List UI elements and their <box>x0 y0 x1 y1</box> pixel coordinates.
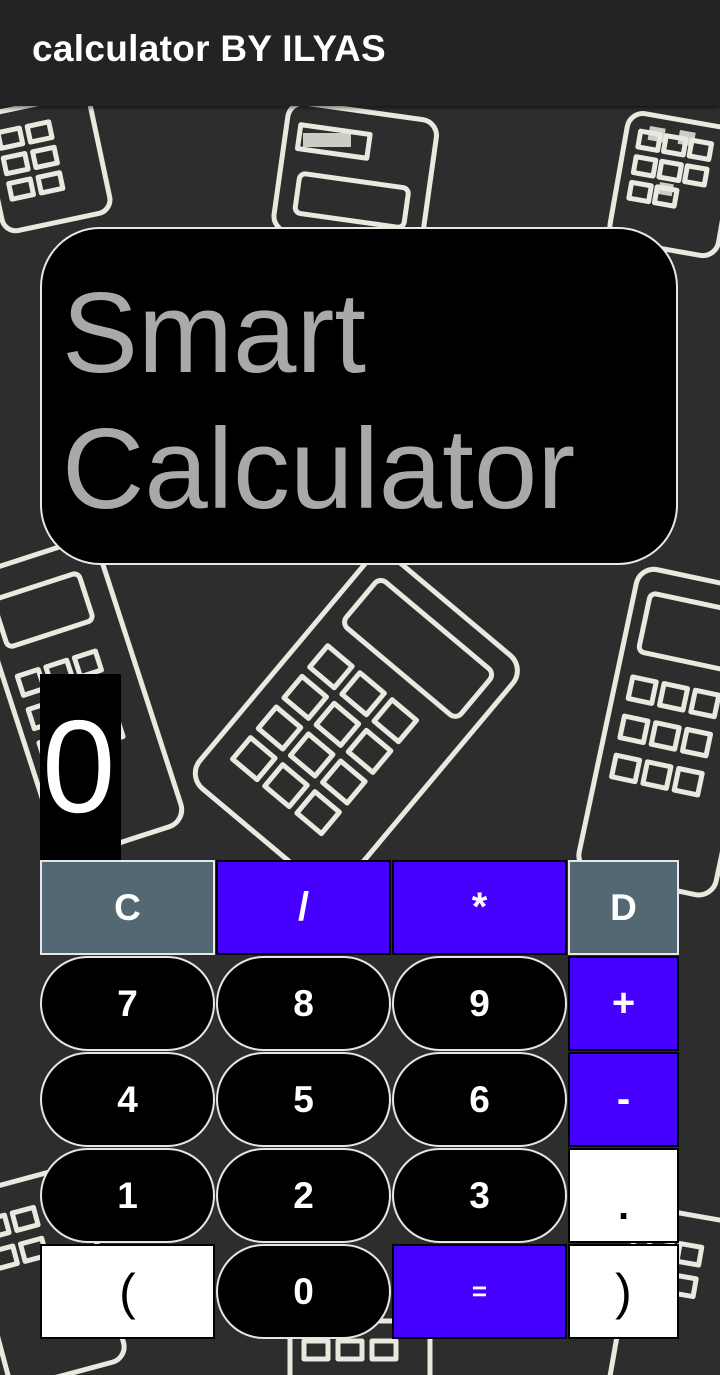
title-card: Smart Calculator <box>40 227 678 565</box>
digit-5-button[interactable]: 5 <box>216 1052 391 1147</box>
delete-button[interactable]: D <box>568 860 679 955</box>
plus-button[interactable]: + <box>568 956 679 1051</box>
equals-button[interactable]: = <box>392 1244 567 1339</box>
digit-6-button[interactable]: 6 <box>392 1052 567 1147</box>
digit-1-button[interactable]: 1 <box>40 1148 215 1243</box>
decimal-point-button[interactable]: . <box>568 1148 679 1243</box>
digit-4-button[interactable]: 4 <box>40 1052 215 1147</box>
title-line-smart: Smart <box>62 270 367 397</box>
close-parenthesis-button[interactable]: ) <box>568 1244 679 1339</box>
multiply-button[interactable]: * <box>392 860 567 955</box>
digit-9-button[interactable]: 9 <box>392 956 567 1051</box>
digit-3-button[interactable]: 3 <box>392 1148 567 1243</box>
title-line-calculator: Calculator <box>62 406 576 533</box>
digit-7-button[interactable]: 7 <box>40 956 215 1051</box>
open-parenthesis-button[interactable]: ( <box>40 1244 215 1339</box>
result-display: 0 <box>40 674 122 860</box>
clear-button[interactable]: C <box>40 860 215 955</box>
digit-8-button[interactable]: 8 <box>216 956 391 1051</box>
app-title: calculator BY ILYAS <box>32 28 386 69</box>
app-bar: calculator BY ILYAS <box>0 0 720 106</box>
digit-0-button[interactable]: 0 <box>216 1244 391 1339</box>
divide-button[interactable]: / <box>216 860 391 955</box>
minus-button[interactable]: - <box>568 1052 679 1147</box>
digit-2-button[interactable]: 2 <box>216 1148 391 1243</box>
